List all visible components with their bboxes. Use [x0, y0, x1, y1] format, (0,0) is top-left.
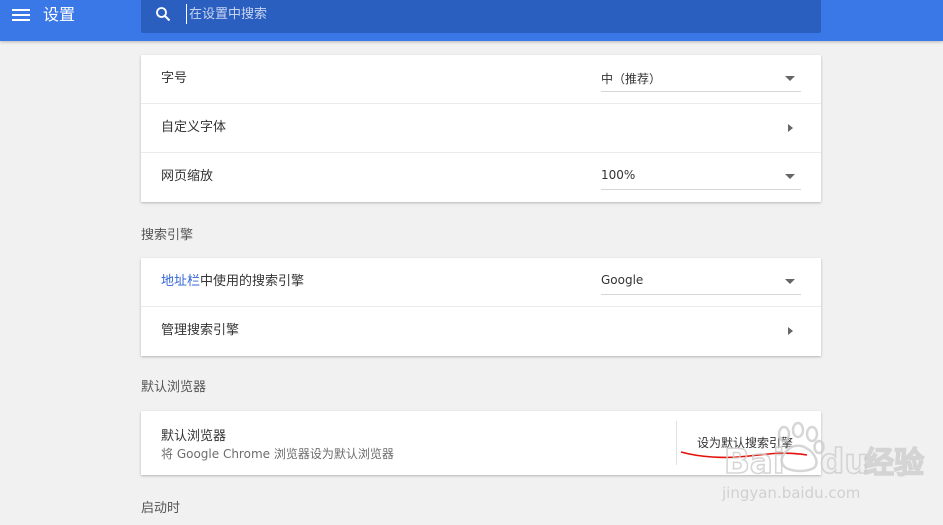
search-input[interactable]: [186, 4, 786, 24]
page-title: 设置: [43, 5, 76, 24]
page-zoom-row: 网页缩放 100%: [141, 153, 821, 202]
top-bar: 设置: [0, 0, 943, 41]
font-size-row: 字号 中（推荐）: [141, 55, 821, 104]
svg-text:du: du: [820, 442, 869, 482]
address-bar-engine-row: 地址栏中使用的搜索引擎 Google: [141, 258, 821, 307]
chevron-right-icon: [788, 124, 793, 132]
address-bar-engine-text: 中使用的搜索引擎: [200, 274, 305, 289]
page-zoom-label: 网页缩放: [161, 169, 214, 184]
watermark-brand-text: 经验: [864, 446, 924, 481]
on-startup-section-title: 启动时: [141, 501, 181, 516]
manage-search-engines-label: 管理搜索引擎: [161, 323, 240, 338]
address-bar-link[interactable]: 地址栏: [161, 274, 200, 289]
manage-search-engines-row[interactable]: 管理搜索引擎: [141, 307, 821, 356]
dropdown-arrow-icon: [785, 76, 795, 81]
font-size-value: 中（推荐）: [601, 72, 662, 86]
watermark-url-text: jingyan.baidu.com: [721, 484, 860, 502]
search-engine-value: Google: [601, 273, 644, 287]
divider: [676, 421, 677, 465]
font-size-label: 字号: [161, 71, 188, 86]
search-engine-section-title: 搜索引擎: [141, 228, 194, 243]
baidu-watermark-logo: Bai du 经验 jingyan.baidu.com: [721, 421, 925, 502]
font-size-select[interactable]: 中（推荐）: [601, 68, 801, 92]
default-browser-section-title: 默认浏览器: [141, 380, 207, 395]
custom-fonts-row[interactable]: 自定义字体: [141, 104, 821, 153]
appearance-card: 字号 中（推荐） 自定义字体 网页缩放 100%: [141, 55, 821, 202]
search-icon: [156, 7, 171, 22]
chevron-right-icon: [788, 327, 793, 335]
dropdown-arrow-icon: [785, 174, 795, 179]
search-engine-card: 地址栏中使用的搜索引擎 Google 管理搜索引擎: [141, 258, 821, 356]
default-browser-title: 默认浏览器: [161, 429, 227, 444]
menu-icon[interactable]: [12, 8, 32, 24]
page-zoom-select[interactable]: 100%: [601, 166, 801, 190]
default-browser-subtitle: 将 Google Chrome 浏览器设为默认浏览器: [161, 447, 394, 461]
svg-text:Bai: Bai: [724, 442, 785, 482]
dropdown-arrow-icon: [785, 279, 795, 284]
search-box[interactable]: [141, 0, 821, 33]
search-engine-select[interactable]: Google: [601, 271, 801, 295]
page-zoom-value: 100%: [601, 168, 636, 182]
address-bar-engine-label: 地址栏中使用的搜索引擎: [161, 273, 304, 291]
custom-fonts-label: 自定义字体: [161, 120, 227, 135]
